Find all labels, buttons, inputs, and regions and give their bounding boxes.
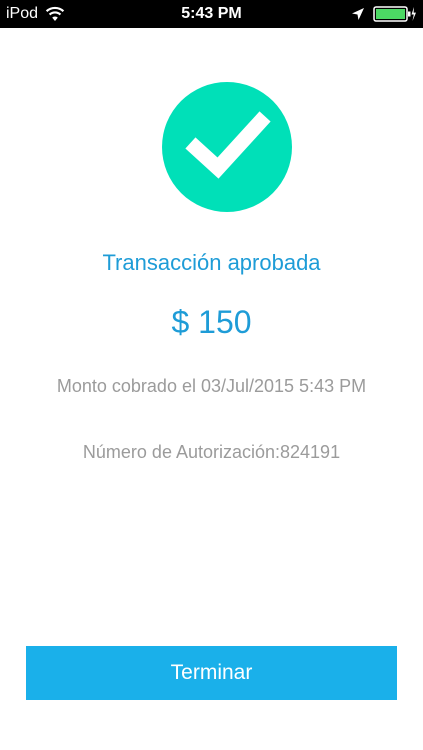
charged-amount: $ 150 [171, 304, 252, 340]
approval-screen: iPod 5:43 PM Transacción aprobada $ 150 … [0, 0, 423, 750]
location-arrow-icon [351, 7, 365, 21]
charged-date-line: Monto cobrado el 03/Jul/2015 5:43 PM [0, 374, 423, 398]
finish-button[interactable]: Terminar [26, 646, 397, 700]
transaction-status-title: Transacción aprobada [102, 250, 321, 275]
success-checkmark-icon [162, 82, 292, 212]
status-bar-right [351, 5, 417, 23]
battery-charging-icon [373, 5, 417, 23]
authorization-number: Número de Autorización:824191 [82, 442, 341, 462]
status-bar: iPod 5:43 PM [0, 0, 423, 28]
charged-label: Monto cobrado el [56, 376, 196, 396]
charged-date: 03/Jul/2015 5:43 PM [200, 376, 367, 396]
